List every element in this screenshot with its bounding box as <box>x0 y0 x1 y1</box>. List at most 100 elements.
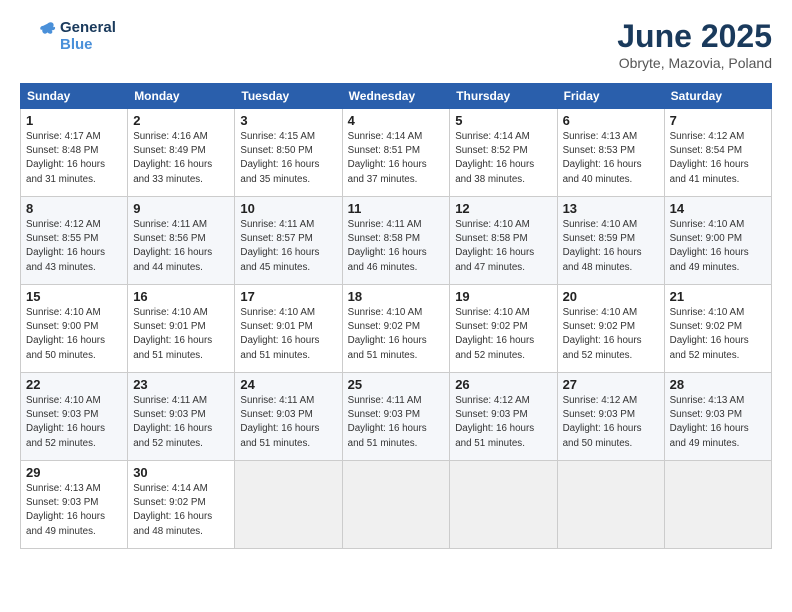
daylight-label: Daylight: 16 hours and 51 minutes. <box>348 423 427 448</box>
calendar-week-row-4: 22 Sunrise: 4:10 AM Sunset: 9:03 PM Dayl… <box>21 373 772 461</box>
calendar-cell: 10 Sunrise: 4:11 AM Sunset: 8:57 PM Dayl… <box>235 197 342 285</box>
calendar-cell <box>235 461 342 549</box>
sunrise-label: Sunrise: 4:10 AM <box>26 395 101 406</box>
daylight-label: Daylight: 16 hours and 50 minutes. <box>563 423 642 448</box>
day-info: Sunrise: 4:14 AM Sunset: 8:52 PM Dayligh… <box>455 130 551 187</box>
logo-general: General <box>60 19 116 36</box>
daylight-label: Daylight: 16 hours and 51 minutes. <box>133 335 212 360</box>
day-info: Sunrise: 4:15 AM Sunset: 8:50 PM Dayligh… <box>240 130 336 187</box>
day-number: 22 <box>26 377 122 392</box>
sunset-label: Sunset: 9:03 PM <box>348 409 420 420</box>
daylight-label: Daylight: 16 hours and 46 minutes. <box>348 247 427 272</box>
calendar-cell: 30 Sunrise: 4:14 AM Sunset: 9:02 PM Dayl… <box>128 461 235 549</box>
daylight-label: Daylight: 16 hours and 31 minutes. <box>26 159 105 184</box>
sunset-label: Sunset: 8:50 PM <box>240 145 312 156</box>
day-info: Sunrise: 4:11 AM Sunset: 9:03 PM Dayligh… <box>348 394 445 451</box>
calendar-cell: 6 Sunrise: 4:13 AM Sunset: 8:53 PM Dayli… <box>557 109 664 197</box>
sunset-label: Sunset: 9:01 PM <box>240 321 312 332</box>
daylight-label: Daylight: 16 hours and 52 minutes. <box>26 423 105 448</box>
logo-bird-icon <box>20 18 56 54</box>
daylight-label: Daylight: 16 hours and 51 minutes. <box>240 423 319 448</box>
sunset-label: Sunset: 9:03 PM <box>26 497 98 508</box>
day-number: 7 <box>670 113 766 128</box>
day-info: Sunrise: 4:12 AM Sunset: 8:55 PM Dayligh… <box>26 218 122 275</box>
day-info: Sunrise: 4:10 AM Sunset: 9:01 PM Dayligh… <box>240 306 336 363</box>
day-info: Sunrise: 4:13 AM Sunset: 8:53 PM Dayligh… <box>563 130 659 187</box>
calendar-cell: 27 Sunrise: 4:12 AM Sunset: 9:03 PM Dayl… <box>557 373 664 461</box>
day-number: 3 <box>240 113 336 128</box>
daylight-label: Daylight: 16 hours and 33 minutes. <box>133 159 212 184</box>
calendar-cell: 11 Sunrise: 4:11 AM Sunset: 8:58 PM Dayl… <box>342 197 450 285</box>
day-info: Sunrise: 4:16 AM Sunset: 8:49 PM Dayligh… <box>133 130 229 187</box>
day-info: Sunrise: 4:10 AM Sunset: 9:03 PM Dayligh… <box>26 394 122 451</box>
calendar-cell: 18 Sunrise: 4:10 AM Sunset: 9:02 PM Dayl… <box>342 285 450 373</box>
sunrise-label: Sunrise: 4:10 AM <box>670 219 745 230</box>
calendar-cell: 7 Sunrise: 4:12 AM Sunset: 8:54 PM Dayli… <box>664 109 771 197</box>
sunrise-label: Sunrise: 4:12 AM <box>455 395 530 406</box>
sunrise-label: Sunrise: 4:11 AM <box>240 219 314 230</box>
col-monday: Monday <box>128 84 235 109</box>
sunset-label: Sunset: 8:58 PM <box>455 233 527 244</box>
sunset-label: Sunset: 9:02 PM <box>670 321 742 332</box>
sunset-label: Sunset: 8:57 PM <box>240 233 312 244</box>
sunrise-label: Sunrise: 4:10 AM <box>455 307 530 318</box>
sunset-label: Sunset: 8:55 PM <box>26 233 98 244</box>
calendar-cell: 4 Sunrise: 4:14 AM Sunset: 8:51 PM Dayli… <box>342 109 450 197</box>
day-info: Sunrise: 4:13 AM Sunset: 9:03 PM Dayligh… <box>26 482 122 539</box>
daylight-label: Daylight: 16 hours and 49 minutes. <box>670 423 749 448</box>
sunset-label: Sunset: 8:54 PM <box>670 145 742 156</box>
day-number: 6 <box>563 113 659 128</box>
day-number: 16 <box>133 289 229 304</box>
sunset-label: Sunset: 9:03 PM <box>133 409 205 420</box>
daylight-label: Daylight: 16 hours and 44 minutes. <box>133 247 212 272</box>
sunset-label: Sunset: 8:59 PM <box>563 233 635 244</box>
day-number: 11 <box>348 201 445 216</box>
calendar-week-row-3: 15 Sunrise: 4:10 AM Sunset: 9:00 PM Dayl… <box>21 285 772 373</box>
calendar-cell <box>450 461 557 549</box>
sunset-label: Sunset: 9:02 PM <box>133 497 205 508</box>
daylight-label: Daylight: 16 hours and 50 minutes. <box>26 335 105 360</box>
daylight-label: Daylight: 16 hours and 41 minutes. <box>670 159 749 184</box>
sunrise-label: Sunrise: 4:10 AM <box>563 307 638 318</box>
calendar-table: Sunday Monday Tuesday Wednesday Thursday… <box>20 83 772 549</box>
daylight-label: Daylight: 16 hours and 47 minutes. <box>455 247 534 272</box>
day-info: Sunrise: 4:10 AM Sunset: 8:58 PM Dayligh… <box>455 218 551 275</box>
sunrise-label: Sunrise: 4:11 AM <box>133 395 207 406</box>
daylight-label: Daylight: 16 hours and 38 minutes. <box>455 159 534 184</box>
day-number: 15 <box>26 289 122 304</box>
day-number: 28 <box>670 377 766 392</box>
calendar-cell: 25 Sunrise: 4:11 AM Sunset: 9:03 PM Dayl… <box>342 373 450 461</box>
calendar-header-row: Sunday Monday Tuesday Wednesday Thursday… <box>21 84 772 109</box>
calendar-week-row-5: 29 Sunrise: 4:13 AM Sunset: 9:03 PM Dayl… <box>21 461 772 549</box>
calendar-cell: 3 Sunrise: 4:15 AM Sunset: 8:50 PM Dayli… <box>235 109 342 197</box>
day-number: 30 <box>133 465 229 480</box>
day-number: 20 <box>563 289 659 304</box>
sunset-label: Sunset: 8:48 PM <box>26 145 98 156</box>
day-number: 8 <box>26 201 122 216</box>
day-number: 1 <box>26 113 122 128</box>
sunrise-label: Sunrise: 4:16 AM <box>133 131 208 142</box>
sunrise-label: Sunrise: 4:10 AM <box>348 307 423 318</box>
sunrise-label: Sunrise: 4:13 AM <box>563 131 638 142</box>
calendar-cell <box>664 461 771 549</box>
daylight-label: Daylight: 16 hours and 51 minutes. <box>348 335 427 360</box>
sunrise-label: Sunrise: 4:14 AM <box>133 483 208 494</box>
calendar-cell: 2 Sunrise: 4:16 AM Sunset: 8:49 PM Dayli… <box>128 109 235 197</box>
daylight-label: Daylight: 16 hours and 49 minutes. <box>670 247 749 272</box>
sunset-label: Sunset: 9:00 PM <box>26 321 98 332</box>
daylight-label: Daylight: 16 hours and 37 minutes. <box>348 159 427 184</box>
day-info: Sunrise: 4:11 AM Sunset: 9:03 PM Dayligh… <box>240 394 336 451</box>
calendar-cell: 9 Sunrise: 4:11 AM Sunset: 8:56 PM Dayli… <box>128 197 235 285</box>
daylight-label: Daylight: 16 hours and 49 minutes. <box>26 511 105 536</box>
sunrise-label: Sunrise: 4:10 AM <box>26 307 101 318</box>
sunrise-label: Sunrise: 4:15 AM <box>240 131 315 142</box>
day-number: 17 <box>240 289 336 304</box>
sunrise-label: Sunrise: 4:10 AM <box>670 307 745 318</box>
day-info: Sunrise: 4:14 AM Sunset: 9:02 PM Dayligh… <box>133 482 229 539</box>
col-thursday: Thursday <box>450 84 557 109</box>
sunset-label: Sunset: 9:00 PM <box>670 233 742 244</box>
sunset-label: Sunset: 9:03 PM <box>455 409 527 420</box>
daylight-label: Daylight: 16 hours and 52 minutes. <box>563 335 642 360</box>
sunset-label: Sunset: 8:53 PM <box>563 145 635 156</box>
sunset-label: Sunset: 9:03 PM <box>670 409 742 420</box>
